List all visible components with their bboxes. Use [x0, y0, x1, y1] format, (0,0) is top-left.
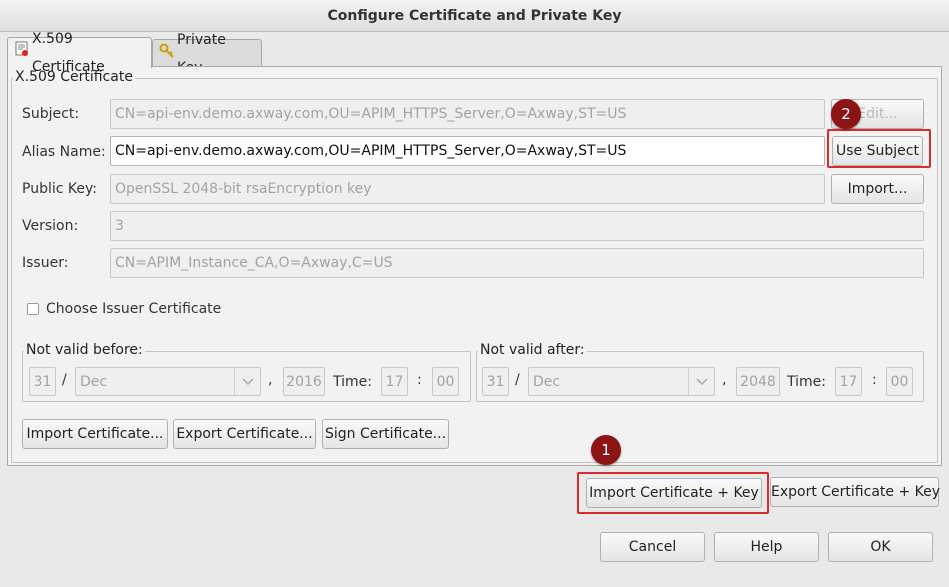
before-hour-field[interactable]: 17 [381, 367, 408, 396]
help-button[interactable]: Help [714, 532, 819, 562]
after-year-field[interactable]: 2048 [736, 367, 780, 396]
cancel-button[interactable]: Cancel [600, 532, 705, 562]
tab-label: X.509 Certificate [32, 31, 105, 75]
choose-issuer-checkbox[interactable] [27, 303, 39, 315]
before-day-field[interactable]: 31 [29, 367, 56, 396]
after-day-field[interactable]: 31 [482, 367, 509, 396]
public-key-field: OpenSSL 2048-bit rsaEncryption key [110, 174, 825, 204]
export-certificate-key-button[interactable]: Export Certificate + Key [770, 477, 940, 507]
sign-certificate-button[interactable]: Sign Certificate... [322, 419, 449, 449]
alias-label: Alias Name: [22, 144, 106, 160]
version-label: Version: [22, 218, 79, 234]
after-month-select[interactable]: Dec [528, 367, 715, 396]
after-minute-field[interactable]: 00 [886, 367, 913, 396]
before-time-label: Time: [333, 374, 372, 390]
not-valid-after-label: Not valid after: [478, 342, 587, 358]
date-separator: / [515, 372, 520, 388]
import-certificate-button[interactable]: Import Certificate... [22, 419, 168, 449]
ok-button[interactable]: OK [828, 532, 933, 562]
before-month-select[interactable]: Dec [75, 367, 261, 396]
before-minute-field[interactable]: 00 [432, 367, 459, 396]
alias-name-input[interactable]: CN=api-env.demo.axway.com,OU=APIM_HTTPS_… [110, 136, 825, 166]
tab-x509-certificate[interactable]: X.509 Certificate [7, 31, 152, 75]
time-separator: : [417, 372, 422, 388]
after-time-label: Time: [787, 374, 826, 390]
date-separator: , [722, 372, 727, 388]
public-key-label: Public Key: [22, 181, 97, 197]
issuer-field: CN=APIM_Instance_CA,O=Axway,C=US [110, 248, 924, 278]
date-separator: , [268, 372, 273, 388]
date-separator: / [62, 372, 67, 388]
annotation-box-1 [577, 472, 769, 514]
export-certificate-button[interactable]: Export Certificate... [173, 419, 316, 449]
before-year-field[interactable]: 2016 [283, 367, 325, 396]
tab-private-key[interactable]: Private Key [152, 32, 262, 76]
issuer-label: Issuer: [22, 255, 69, 271]
time-separator: : [872, 372, 877, 388]
subject-label: Subject: [22, 106, 80, 122]
month-value: Dec [80, 374, 108, 390]
chevron-down-icon [234, 368, 260, 395]
import-public-key-button[interactable]: Import... [831, 174, 924, 204]
key-icon [159, 40, 175, 68]
after-hour-field[interactable]: 17 [835, 367, 862, 396]
subject-field[interactable]: CN=api-env.demo.axway.com,OU=APIM_HTTPS_… [110, 99, 825, 129]
not-valid-before-label: Not valid before: [24, 342, 145, 358]
certificate-icon [14, 39, 30, 67]
chevron-down-icon [688, 368, 714, 395]
version-field: 3 [110, 211, 924, 241]
annotation-badge-1: 1 [591, 435, 621, 465]
annotation-badge-2: 2 [831, 99, 861, 129]
choose-issuer-label: Choose Issuer Certificate [46, 301, 222, 317]
month-value: Dec [533, 374, 561, 390]
annotation-box-2 [827, 129, 931, 168]
